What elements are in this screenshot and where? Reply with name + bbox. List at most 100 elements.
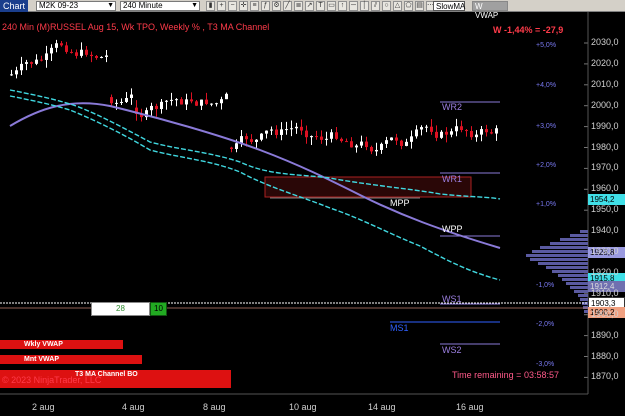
hline-icon[interactable]: ─: [349, 1, 358, 11]
strategy-icon[interactable]: ⚙: [272, 1, 281, 11]
bar-chart-icon[interactable]: ▮: [206, 1, 215, 11]
ray-icon[interactable]: ↗: [305, 1, 314, 11]
candle-body: [375, 149, 378, 152]
vline-icon[interactable]: │: [360, 1, 369, 11]
candle-body: [320, 136, 323, 140]
candle-body: [195, 101, 198, 106]
candle-body: [70, 51, 73, 53]
candle-body: [170, 99, 173, 101]
candle-body: [365, 141, 368, 148]
level-wr2: WR2: [442, 102, 462, 112]
candle-body: [295, 126, 298, 129]
arrow-icon[interactable]: ↑: [338, 1, 347, 11]
slow-ma-dropdown[interactable]: SlowMA: [433, 1, 465, 11]
wvwap-dropdown[interactable]: W VWAP: [472, 1, 508, 20]
chart-tab[interactable]: Chart: [0, 0, 29, 12]
profile-bar: [560, 238, 588, 241]
properties-icon[interactable]: ≡: [250, 1, 259, 11]
candle-body: [165, 100, 168, 102]
candle-body: [210, 103, 213, 105]
zoom-out-icon[interactable]: −: [228, 1, 237, 11]
mnt-vwap-button[interactable]: Mnt VWAP: [0, 355, 142, 364]
candle-body: [400, 140, 403, 146]
candle-body: [410, 136, 413, 142]
candle-body: [430, 126, 433, 132]
x-tick-label: 2 aug: [32, 402, 55, 412]
candle-body: [105, 55, 108, 57]
y-tick-label: 1980,0: [591, 141, 619, 152]
candle-body: [190, 99, 193, 102]
fib-icon[interactable]: ≣: [294, 1, 303, 11]
profile-bar: [526, 254, 588, 257]
x-tick-label: 10 aug: [289, 402, 317, 412]
candle-body: [390, 137, 393, 141]
candle-body: [470, 130, 473, 138]
pct-tick-label: +1,0%: [536, 201, 557, 208]
candle-body: [60, 43, 63, 46]
level-ws1: WS1: [442, 294, 462, 304]
candle-body: [95, 56, 98, 58]
pct-tick-label: +4,0%: [536, 82, 557, 89]
candle-body: [265, 130, 268, 134]
candle-body: [445, 131, 448, 135]
candle-body: [330, 132, 333, 139]
crosshair-icon[interactable]: ✛: [239, 1, 248, 11]
y-tick-label: 1910,0: [591, 287, 619, 298]
region-icon[interactable]: ▤: [415, 1, 424, 11]
candle-body: [425, 126, 428, 128]
candle-body: [440, 131, 443, 138]
ellipse-icon[interactable]: ○: [382, 1, 391, 11]
candle-body: [465, 130, 468, 132]
pct-tick-label: +2,0%: [536, 162, 557, 169]
candle-body: [20, 63, 23, 71]
instrument-value: M2K 09-23: [39, 1, 79, 10]
pct-tick-label: +3,0%: [536, 123, 557, 130]
y-tick-label: 1970,0: [591, 162, 619, 173]
candle-body: [110, 97, 113, 104]
triangle-icon[interactable]: △: [393, 1, 402, 11]
y-tick-label: 1930,0: [591, 246, 619, 256]
zoom-in-icon[interactable]: +: [217, 1, 226, 11]
candle-body: [200, 99, 203, 106]
interval-selector[interactable]: 240 Minute ▼: [120, 1, 200, 11]
profile-bar: [562, 278, 588, 281]
x-tick-label: 14 aug: [368, 402, 396, 412]
polygon-icon[interactable]: ⬠: [404, 1, 413, 11]
draw-line-icon[interactable]: ╱: [283, 1, 292, 11]
candle-body: [55, 43, 58, 48]
chevron-down-icon: ▼: [107, 2, 114, 9]
candle-body: [115, 102, 118, 104]
candle-body: [220, 99, 223, 104]
y-tick-label: 1950,0: [591, 204, 619, 215]
candle-body: [405, 141, 408, 146]
candle-body: [120, 101, 123, 103]
candle-body: [155, 105, 158, 109]
candle-body: [385, 140, 388, 144]
candle-body: [315, 136, 318, 138]
instrument-selector[interactable]: M2K 09-23 ▼: [36, 1, 116, 11]
toolbar: Chart M2K 09-23 ▼ 240 Minute ▼ ▮ + − ✛ ≡ ƒ…: [0, 0, 625, 20]
y-tick-label: 1960,0: [591, 183, 619, 194]
x-tick-label: 8 aug: [203, 402, 226, 412]
text-icon[interactable]: T: [316, 1, 325, 11]
level-ms1: MS1: [390, 323, 409, 333]
candle-body: [175, 99, 178, 101]
y-tick-label: 2030,0: [591, 37, 619, 47]
chart-grid: [584, 42, 588, 378]
profile-bar: [580, 298, 588, 301]
profile-bar: [574, 290, 588, 293]
candle-body: [215, 103, 218, 105]
y-tick-label: 2020,0: [591, 57, 619, 68]
profile-bar: [530, 258, 588, 261]
wkly-vwap-button[interactable]: Wkly VWAP: [0, 340, 123, 349]
candle-body: [380, 143, 383, 150]
indicators-icon[interactable]: ƒ: [261, 1, 270, 11]
channel-icon[interactable]: ⫽: [371, 1, 380, 11]
interval-value: 240 Minute: [123, 1, 163, 10]
candle-body: [250, 139, 253, 142]
time-remaining: Time remaining = 03:58:57: [452, 370, 559, 380]
candle-body: [80, 49, 83, 56]
y-tick-label: 2010,0: [591, 78, 619, 89]
y-tick-label: 1880,0: [591, 350, 619, 361]
rect-icon[interactable]: ▭: [327, 1, 336, 11]
